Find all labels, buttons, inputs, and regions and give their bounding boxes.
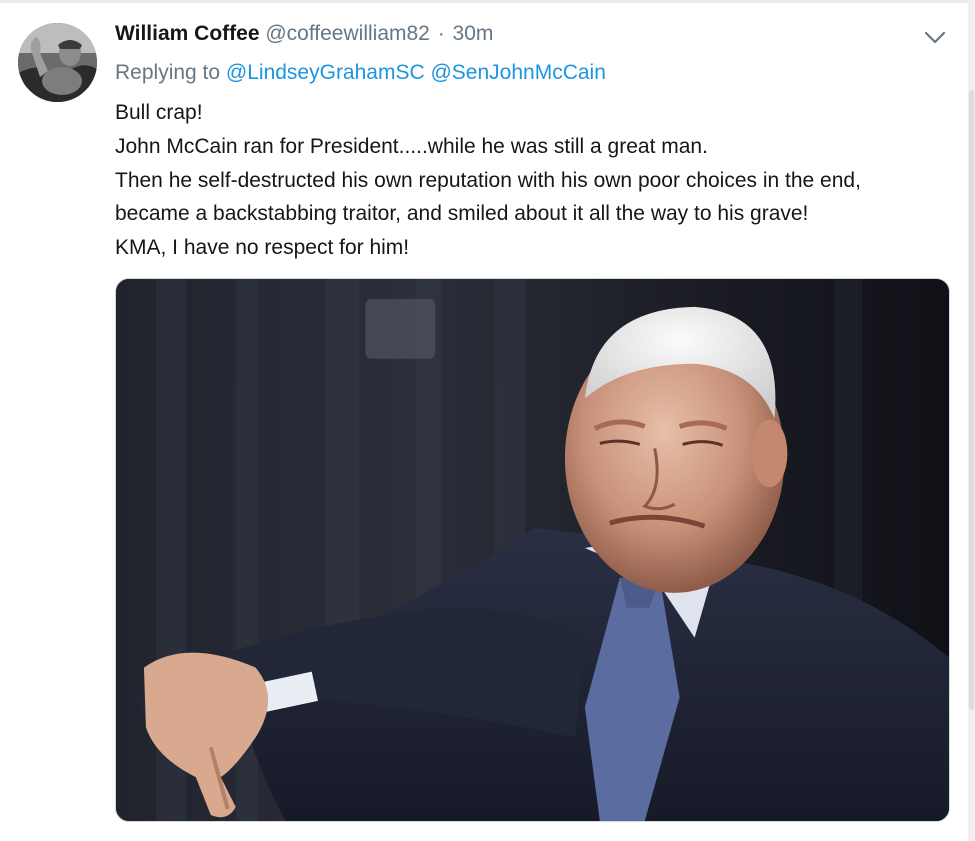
author-handle[interactable]: @coffeewilliam82 xyxy=(265,22,430,45)
photo-image xyxy=(116,279,949,821)
tweet-text-line: Bull crap! xyxy=(115,101,203,124)
scrollbar-thumb[interactable] xyxy=(969,90,974,710)
header-separator: · xyxy=(437,22,445,45)
tweet-header: William Coffee @coffeewilliam82 · 30m xyxy=(115,19,493,49)
tweet-menu-button[interactable] xyxy=(922,26,948,48)
avatar-image xyxy=(18,23,97,102)
author-name[interactable]: William Coffee xyxy=(115,22,260,45)
scrollbar[interactable] xyxy=(968,0,975,841)
author-avatar[interactable] xyxy=(18,23,97,102)
mention-link[interactable]: @SenJohnMcCain xyxy=(430,61,605,84)
reply-context: Replying to @LindseyGrahamSC @SenJohnMcC… xyxy=(115,58,606,88)
mention-link[interactable]: @LindseyGrahamSC xyxy=(226,61,425,84)
chevron-down-icon xyxy=(924,31,946,44)
top-divider xyxy=(0,0,968,3)
tweet-text-line: KMA, I have no respect for him! xyxy=(115,236,410,260)
tweet-text-line: John McCain ran for President.....while … xyxy=(115,134,708,158)
tweet-text: Bull crap! John McCain ran for President… xyxy=(115,96,955,265)
tweet-timestamp[interactable]: 30m xyxy=(453,22,494,45)
tweet-photo[interactable] xyxy=(115,278,950,822)
tweet-text-line: Then he self-destructed his own reputati… xyxy=(115,168,861,192)
reply-prefix: Replying to xyxy=(115,61,221,84)
tweet-text-line: became a backstabbing traitor, and smile… xyxy=(115,202,809,226)
